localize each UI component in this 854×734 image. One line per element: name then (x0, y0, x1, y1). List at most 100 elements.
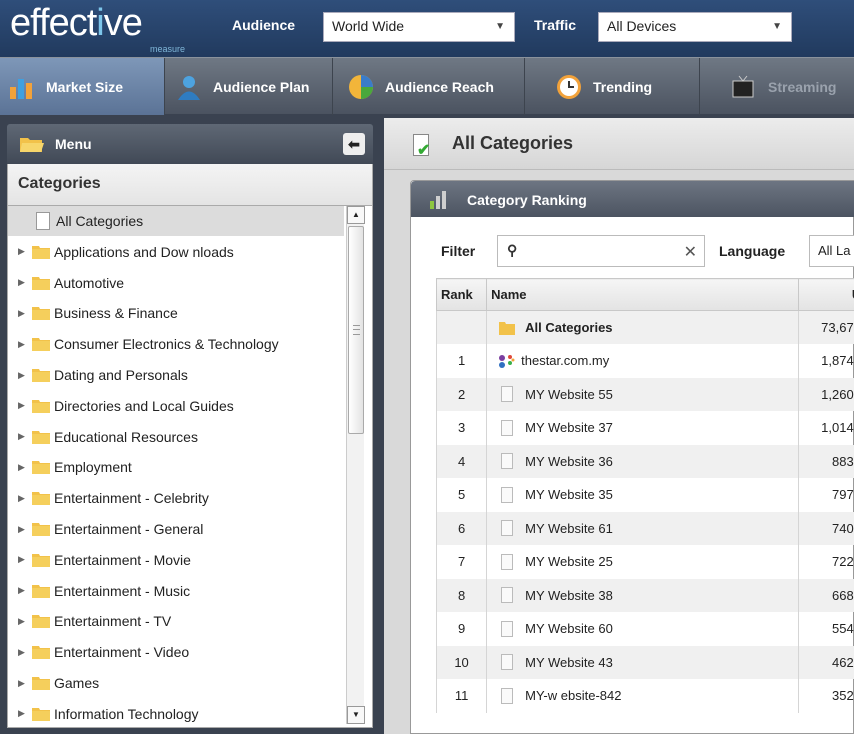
expand-arrow-icon[interactable]: ▶ (18, 400, 30, 411)
folder-icon (32, 276, 50, 290)
row-name[interactable]: MY Website 35 (525, 487, 613, 502)
expand-arrow-icon[interactable]: ▶ (18, 678, 30, 689)
expand-arrow-icon[interactable]: ▶ (18, 370, 30, 381)
table-row[interactable]: 8 MY Website 38 668,274 (435, 578, 854, 612)
collapse-arrow-icon[interactable]: ⬅ (343, 133, 365, 155)
row-name[interactable]: MY Website 61 (525, 521, 613, 536)
table-row[interactable]: 5 MY Website 35 797,808 (435, 478, 854, 512)
menu-title: Menu (55, 136, 92, 152)
column-header-rank[interactable]: Rank (435, 278, 488, 311)
category-item[interactable]: ▶ Games (8, 668, 344, 698)
table-row[interactable]: 1 thestar.com.my 1,874,123 (435, 344, 854, 378)
expand-arrow-icon[interactable]: ▶ (18, 246, 30, 257)
tv-icon (732, 75, 754, 97)
category-item[interactable]: ▶ Entertainment - Celebrity (8, 483, 344, 513)
scroll-thumb[interactable] (348, 226, 364, 434)
ub-cell: 1,014,808 (797, 411, 854, 445)
row-name[interactable]: All Categories (525, 320, 612, 335)
table-row[interactable]: 7 MY Website 25 722,701 (435, 545, 854, 579)
row-name[interactable]: MY Website 38 (525, 588, 613, 603)
expand-arrow-icon[interactable]: ▶ (18, 493, 30, 504)
scroll-up-icon[interactable]: ▲ (347, 206, 365, 224)
column-header-ubs[interactable]: UB's (797, 278, 854, 311)
row-name[interactable]: MY Website 37 (525, 420, 613, 435)
name-cell: MY Website 37 (486, 411, 799, 445)
tab-audience-reach[interactable]: Audience Reach (333, 58, 525, 115)
row-name[interactable]: MY Website 36 (525, 454, 613, 469)
table-row[interactable]: 6 MY Website 61 740,779 (435, 511, 854, 545)
category-item[interactable]: ▶ Educational Resources (8, 422, 344, 452)
table-row[interactable]: 2 MY Website 55 1,260,081 (435, 377, 854, 411)
row-name[interactable]: MY Website 43 (525, 655, 613, 670)
folder-icon (32, 553, 50, 567)
page-icon (501, 520, 514, 537)
filter-input[interactable]: ⚲ ✕ (497, 235, 705, 267)
category-label: Information Technology (54, 705, 199, 722)
category-scrollbar[interactable]: ▲ ▼ (346, 206, 365, 724)
row-name[interactable]: MY-w ebsite-842 (525, 688, 621, 703)
folder-icon (32, 307, 50, 321)
page-icon (501, 486, 514, 503)
name-cell: MY Website 60 (486, 612, 799, 646)
expand-arrow-icon[interactable]: ▶ (18, 431, 30, 442)
expand-arrow-icon[interactable]: ▶ (18, 647, 30, 658)
category-label: Entertainment - Celebrity (54, 490, 209, 507)
category-item[interactable]: ▶ Entertainment - Music (8, 576, 344, 606)
category-item[interactable]: ▶ Entertainment - Video (8, 637, 344, 667)
row-name[interactable]: MY Website 25 (525, 554, 613, 569)
category-item[interactable]: ▶ Employment (8, 452, 344, 482)
category-item[interactable]: ▶ Applications and Dow nloads (8, 237, 344, 267)
category-item[interactable]: ▶ Entertainment - General (8, 514, 344, 544)
category-item[interactable]: ▶ Consumer Electronics & Technology (8, 329, 344, 359)
category-item[interactable]: ▶ Entertainment - TV (8, 606, 344, 636)
table-row[interactable]: 3 MY Website 37 1,014,808 (435, 411, 854, 445)
category-item[interactable]: ▶ Automotive (8, 268, 344, 298)
name-cell: MY Website 35 (486, 478, 799, 512)
scroll-down-icon[interactable]: ▼ (347, 706, 365, 724)
traffic-select[interactable]: All Devices ▼ (598, 12, 792, 42)
table-row[interactable]: 10 MY Website 43 462,981 (435, 645, 854, 679)
name-cell: MY Website 38 (486, 578, 799, 612)
table-row[interactable]: 4 MY Website 36 883,090 (435, 444, 854, 478)
categories-list: All Categories ▶ Applications and Dow nloa… (7, 206, 373, 728)
category-item[interactable]: ▶ Entertainment - Movie (8, 545, 344, 575)
expand-arrow-icon[interactable]: ▶ (18, 708, 30, 719)
logo[interactable]: effective measure (10, 2, 210, 56)
category-item[interactable]: ▶ Information Technology (8, 699, 344, 727)
expand-arrow-icon[interactable]: ▶ (18, 585, 30, 596)
category-label: Entertainment - Music (54, 582, 191, 599)
expand-arrow-icon[interactable]: ▶ (18, 277, 30, 288)
category-item[interactable]: ▶ Dating and Personals (8, 360, 344, 390)
tab-streaming[interactable]: Streaming (700, 58, 854, 115)
row-name[interactable]: MY Website 60 (525, 621, 613, 636)
expand-arrow-icon[interactable]: ▶ (18, 308, 30, 319)
ub-cell: 73,673,15 (797, 310, 854, 344)
audience-select[interactable]: World Wide ▼ (323, 12, 515, 42)
page-icon (501, 654, 514, 671)
expand-arrow-icon[interactable]: ▶ (18, 554, 30, 565)
tab-trending[interactable]: Trending (525, 58, 700, 115)
page-icon (501, 386, 514, 403)
category-item[interactable]: All Categories (8, 206, 344, 236)
table-row[interactable]: 9 MY Website 60 554,275 (435, 612, 854, 646)
expand-arrow-icon[interactable]: ▶ (18, 339, 30, 350)
category-item[interactable]: ▶ Directories and Local Guides (8, 391, 344, 421)
category-label: Entertainment - General (54, 521, 204, 537)
ub-cell: 668,274 (797, 578, 854, 612)
language-select[interactable]: All La (809, 235, 854, 267)
tab-label: Audience Plan (213, 78, 310, 95)
category-item[interactable]: ▶ Business & Finance (8, 298, 344, 328)
tab-audience-plan[interactable]: Audience Plan (165, 58, 333, 115)
expand-arrow-icon[interactable]: ▶ (18, 462, 30, 473)
expand-arrow-icon[interactable]: ▶ (18, 616, 30, 627)
clear-icon[interactable]: ✕ (684, 242, 697, 262)
table-row[interactable]: All Categories 73,673,15 (435, 310, 854, 344)
column-header-name[interactable]: Name (486, 278, 799, 311)
expand-arrow-icon[interactable]: ▶ (18, 524, 30, 535)
folder-icon (32, 615, 50, 629)
row-name[interactable]: MY Website 55 (525, 387, 613, 402)
table-row[interactable]: 11 MY-w ebsite-842 352,745 (435, 679, 854, 713)
tab-market-size[interactable]: Market Size (0, 58, 165, 115)
rank-cell: 6 (435, 511, 488, 545)
row-name[interactable]: thestar.com.my (521, 353, 609, 368)
